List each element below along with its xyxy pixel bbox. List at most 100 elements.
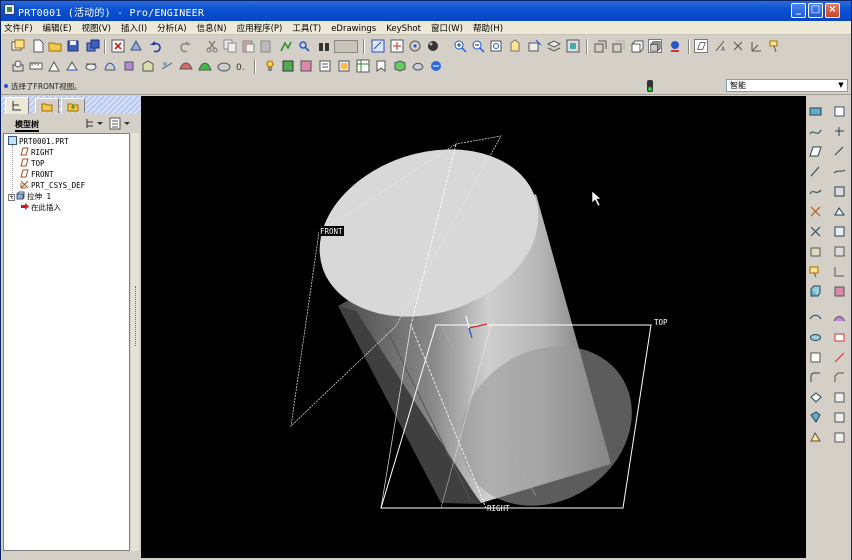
mass-properties-icon[interactable] [47,59,61,73]
trim-tool-icon[interactable] [809,431,822,444]
zoom-in-icon[interactable] [453,39,467,53]
find-icon[interactable] [297,39,311,53]
spline-tool-icon[interactable] [809,185,822,198]
select-filter-dropdown[interactable] [334,40,358,53]
close-button[interactable]: × [825,3,840,18]
datum-label-right[interactable]: RIGHT [487,504,510,513]
annotation-tool-icon[interactable] [809,265,822,278]
tab-model-tree[interactable] [5,97,29,114]
regen-manager-icon[interactable] [279,39,293,53]
mapkey-icon[interactable] [411,59,425,73]
axis-line-icon[interactable] [809,165,822,178]
coordinate-systems-icon[interactable] [749,39,763,53]
plane-tool-icon[interactable] [809,145,822,158]
layers-icon[interactable] [547,39,561,53]
menu-keyshot[interactable]: KeyShot [381,23,426,36]
binoculars-icon[interactable] [317,39,331,53]
redo-icon[interactable] [178,39,192,53]
feature-info-icon[interactable] [263,59,277,73]
copy-icon[interactable] [223,39,237,53]
curve-tool-icon[interactable] [809,125,822,138]
repaint-icon[interactable] [371,39,385,53]
blend-tool-icon[interactable] [833,311,846,324]
section-icon[interactable] [65,59,79,73]
tree-item-right[interactable]: RIGHT [20,147,54,158]
paste-icon[interactable] [241,39,255,53]
datum-planes-icon[interactable] [694,39,708,53]
shading-icon[interactable] [648,39,662,53]
graphics-window[interactable]: FRONT TOP RIGHT [141,96,806,558]
pattern-array-icon[interactable] [833,391,846,404]
merge-tool-icon[interactable] [833,411,846,424]
draft-check-icon[interactable] [122,59,136,73]
undo-icon[interactable] [149,39,163,53]
traffic-light-icon[interactable] [646,80,654,92]
refit-icon[interactable] [489,39,503,53]
revolve-tool-icon[interactable] [833,285,846,298]
tree-item-front[interactable]: FRONT [20,169,54,180]
save-icon[interactable] [66,39,80,53]
minimize-button[interactable]: _ [791,3,806,18]
chevron-down-icon[interactable]: ▼ [836,80,846,91]
keyshot-icon[interactable] [429,59,443,73]
chamfer-tool-icon[interactable] [833,371,846,384]
variable-sweep-icon[interactable] [809,311,822,324]
datum-axes-icon[interactable]: A [713,39,727,53]
mirror-feature-icon[interactable] [809,411,822,424]
slope-icon[interactable] [141,59,155,73]
csys-tool-icon[interactable] [809,205,822,218]
orient-mode-icon[interactable] [408,39,422,53]
datum-plane-tool-icon[interactable] [809,105,822,118]
menu-window[interactable]: 窗口(W) [426,21,468,34]
pattern-tool-icon[interactable] [809,245,822,258]
hidden-line-icon[interactable] [611,39,625,53]
tree-item-extrude[interactable]: + 拉伸 1 [8,191,51,202]
curvature-icon[interactable] [103,59,117,73]
new-window-icon[interactable] [11,39,25,53]
shell-tool-icon[interactable] [833,331,846,344]
draft-tool-icon[interactable] [833,351,846,364]
expand-toggle-icon[interactable]: + [8,194,15,201]
wireframe-icon[interactable] [593,39,607,53]
sweep-tool-icon[interactable] [809,391,822,404]
sketch-tool-icon[interactable] [833,145,846,158]
rotate-tool-icon[interactable] [809,225,822,238]
axis-tool-icon[interactable] [833,105,846,118]
display-style-icon[interactable] [426,39,440,53]
model-player-icon[interactable] [11,59,25,73]
tab-folder-browser[interactable] [35,98,59,113]
datum-label-top[interactable]: TOP [654,318,668,327]
surface-tool-icon[interactable] [833,165,846,178]
no-hidden-icon[interactable] [630,39,644,53]
feature-tool-icon[interactable] [833,245,846,258]
mirror-tool-icon[interactable] [833,265,846,278]
reorient-icon[interactable] [508,39,522,53]
ud-feature-icon[interactable] [393,59,407,73]
offset-icon[interactable]: 0. [235,59,249,73]
extend-tool-icon[interactable] [833,431,846,444]
measure-icon[interactable] [29,59,43,73]
copy-tool-icon[interactable] [833,225,846,238]
family-table-icon[interactable] [356,59,370,73]
paste-special-icon[interactable] [259,39,273,53]
menu-file[interactable]: 文件(F) [1,21,38,34]
show-tree-settings-icon[interactable] [84,117,104,130]
round-tool-icon[interactable] [809,371,822,384]
menu-help[interactable]: 帮助(H) [468,21,508,34]
spin-center-icon[interactable] [390,39,404,53]
tree-item-top[interactable]: TOP [20,158,45,169]
clearance-icon[interactable] [84,59,98,73]
selection-filter-select[interactable]: 智能 ▼ [726,79,848,92]
menu-view[interactable]: 视图(V) [77,21,116,34]
analysis-tool-icon[interactable] [833,185,846,198]
rib-tool-icon[interactable] [809,351,822,364]
cut-icon[interactable] [205,39,219,53]
new-file-icon[interactable] [31,39,45,53]
cylinder-extrusion[interactable] [298,122,663,538]
hole-tool-icon[interactable] [809,331,822,344]
menu-insert[interactable]: 插入(I) [116,21,152,34]
close-window-icon[interactable] [111,39,125,53]
regenerate-icon[interactable] [129,39,143,53]
tree-filters-icon[interactable] [109,117,131,130]
model-viewport[interactable]: FRONT TOP RIGHT [141,96,806,558]
